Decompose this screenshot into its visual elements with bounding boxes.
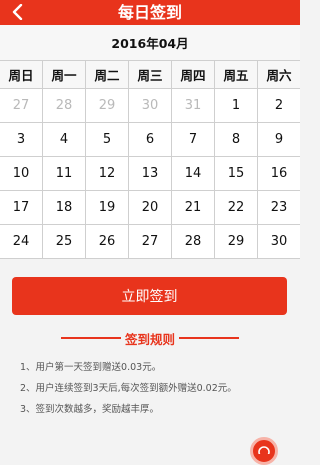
rules-list: 1、用户第一天签到赠送0.03元。 2、用户连续签到3天后,每次签到额外赠送0.… bbox=[20, 357, 290, 420]
rule-item: 1、用户第一天签到赠送0.03元。 bbox=[20, 362, 162, 373]
rules-divider-right bbox=[179, 337, 239, 339]
calendar-day-cell[interactable]: 28 bbox=[172, 225, 215, 258]
app-header: 每日签到 bbox=[0, 0, 300, 25]
floating-action-button[interactable] bbox=[250, 437, 278, 465]
calendar-day-cell[interactable]: 7 bbox=[172, 123, 215, 156]
calendar-day-cell[interactable]: 29 bbox=[215, 225, 258, 258]
rules-title: 签到规则 bbox=[124, 331, 175, 347]
calendar-day-cell[interactable]: 23 bbox=[258, 191, 300, 224]
checkin-button[interactable]: 立即签到 bbox=[12, 277, 287, 315]
calendar-day-cell[interactable]: 8 bbox=[215, 123, 258, 156]
calendar-day-cell[interactable]: 15 bbox=[215, 157, 258, 190]
calendar-grid: 周日 周一 周二 周三 周四 周五 周六 27 28 29 30 31 1 2 … bbox=[0, 60, 300, 259]
calendar-day-cell[interactable]: 12 bbox=[86, 157, 129, 190]
weekday-label: 周四 bbox=[172, 61, 215, 88]
calendar-day-cell[interactable]: 13 bbox=[129, 157, 172, 190]
calendar-day-cell[interactable]: 22 bbox=[215, 191, 258, 224]
calendar-day-cell[interactable]: 19 bbox=[86, 191, 129, 224]
calendar-day-cell[interactable]: 25 bbox=[43, 225, 86, 258]
calendar-week-row: 24 25 26 27 28 29 30 bbox=[0, 225, 300, 259]
calendar-day-cell[interactable]: 30 bbox=[258, 225, 300, 258]
rule-item: 2、用户连续签到3天后,每次签到额外赠送0.02元。 bbox=[20, 383, 237, 394]
calendar-day-cell[interactable]: 10 bbox=[0, 157, 43, 190]
calendar-day-cell[interactable]: 20 bbox=[129, 191, 172, 224]
page-title: 每日签到 bbox=[117, 3, 182, 22]
calendar-day-cell[interactable]: 16 bbox=[258, 157, 300, 190]
calendar-day-cell[interactable]: 27 bbox=[129, 225, 172, 258]
calendar-day-cell[interactable]: 1 bbox=[215, 89, 258, 122]
calendar-day-cell[interactable]: 18 bbox=[43, 191, 86, 224]
calendar-day-cell: 31 bbox=[172, 89, 215, 122]
calendar-day-cell[interactable]: 9 bbox=[258, 123, 300, 156]
rules-divider-left bbox=[60, 337, 121, 339]
calendar-day-cell[interactable]: 14 bbox=[172, 157, 215, 190]
weekday-label: 周三 bbox=[129, 61, 172, 88]
weekday-label: 周五 bbox=[215, 61, 258, 88]
calendar-day-cell[interactable]: 6 bbox=[129, 123, 172, 156]
calendar-week-row: 10 11 12 13 14 15 16 bbox=[0, 157, 300, 191]
rules-heading: 签到规则 bbox=[0, 328, 300, 348]
month-header: 2016年04月 bbox=[0, 25, 300, 60]
calendar-week-row: 17 18 19 20 21 22 23 bbox=[0, 191, 300, 225]
weekday-label: 周一 bbox=[43, 61, 86, 88]
calendar-day-cell[interactable]: 21 bbox=[172, 191, 215, 224]
calendar-day-cell[interactable]: 3 bbox=[0, 123, 43, 156]
calendar-day-cell[interactable]: 17 bbox=[0, 191, 43, 224]
calendar-day-cell[interactable]: 4 bbox=[43, 123, 86, 156]
calendar-day-cell: 28 bbox=[43, 89, 86, 122]
rule-item: 3、签到次数越多，奖励越丰厚。 bbox=[20, 404, 160, 415]
weekday-header-row: 周日 周一 周二 周三 周四 周五 周六 bbox=[0, 61, 300, 89]
weekday-label: 周日 bbox=[0, 61, 43, 88]
calendar-day-cell: 29 bbox=[86, 89, 129, 122]
weekday-label: 周六 bbox=[266, 68, 292, 83]
calendar-day-cell[interactable]: 26 bbox=[86, 225, 129, 258]
calendar-day-cell: 27 bbox=[0, 89, 43, 122]
month-label: 2016年04月 bbox=[111, 36, 189, 51]
calendar-day-cell[interactable]: 24 bbox=[0, 225, 43, 258]
calendar-day-cell[interactable]: 5 bbox=[86, 123, 129, 156]
weekday-label: 周二 bbox=[86, 61, 129, 88]
calendar-day-cell[interactable]: 2 bbox=[258, 89, 300, 122]
calendar-day-cell[interactable]: 11 bbox=[43, 157, 86, 190]
calendar-day-cell: 30 bbox=[129, 89, 172, 122]
calendar-week-row: 27 28 29 30 31 1 2 bbox=[0, 89, 300, 123]
calendar-week-row: 3 4 5 6 7 8 9 bbox=[0, 123, 300, 157]
